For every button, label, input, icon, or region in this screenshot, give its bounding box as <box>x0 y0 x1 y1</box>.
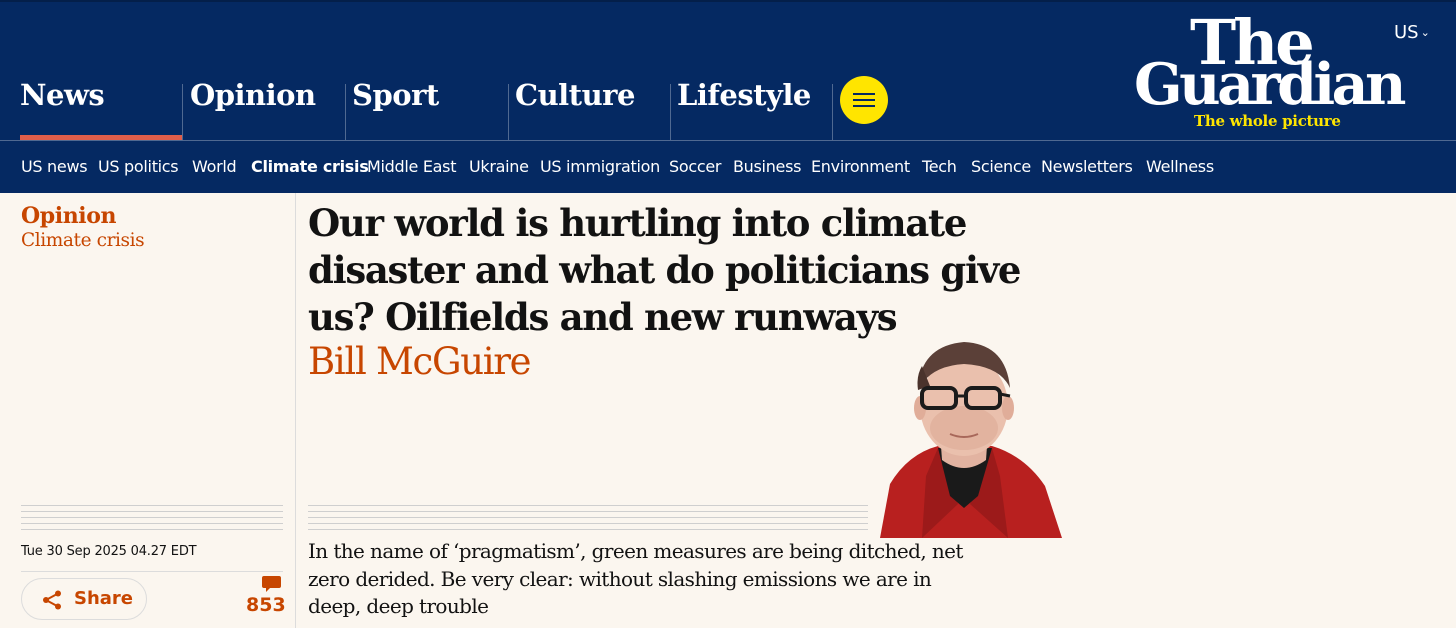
series-label[interactable]: Climate crisis <box>21 230 145 251</box>
pillar-lifestyle-label: Lifestyle <box>677 78 811 112</box>
subnav-item-wellness[interactable]: Wellness <box>1146 157 1214 176</box>
subnav-item-science[interactable]: Science <box>971 157 1031 176</box>
section-label[interactable]: Opinion <box>21 203 117 229</box>
pillar-culture-label: Culture <box>515 78 635 112</box>
subnav-item-business[interactable]: Business <box>733 157 801 176</box>
subnav-item-us-politics[interactable]: US politics <box>98 157 179 176</box>
pillar-culture[interactable]: Culture <box>515 0 670 140</box>
subnav-item-ukraine[interactable]: Ukraine <box>469 157 529 176</box>
pillar-opinion[interactable]: Opinion <box>190 0 345 140</box>
subnav-item-world[interactable]: World <box>192 157 237 176</box>
pillar-divider <box>345 84 346 140</box>
article-standfirst: In the name of ‘pragmatism’, green measu… <box>308 539 963 618</box>
meta-divider <box>21 571 283 572</box>
pillar-news[interactable]: News <box>20 0 182 140</box>
chevron-down-icon: ⌄ <box>1420 26 1430 39</box>
pillar-lifestyle[interactable]: Lifestyle <box>677 0 832 140</box>
site-header: News Opinion Sport Culture Lifestyle US ⌄ <box>0 0 1456 193</box>
share-label: Share <box>74 588 134 609</box>
pillar-divider <box>182 84 183 140</box>
publish-date: Tue 30 Sep 2025 04.27 EDT <box>21 544 197 559</box>
article-headline: Our world is hurtling into climate disas… <box>308 201 1021 339</box>
share-icon <box>43 590 61 610</box>
subnav-item-environment[interactable]: Environment <box>811 157 910 176</box>
share-button[interactable]: Share <box>21 578 147 620</box>
subnav-item-middle-east[interactable]: Middle East <box>367 157 456 176</box>
author-portrait <box>880 342 1062 538</box>
logo-tagline: The whole picture <box>1194 112 1341 130</box>
pillar-divider <box>670 84 671 140</box>
pillar-opinion-label: Opinion <box>190 78 316 112</box>
menu-button[interactable] <box>840 76 888 124</box>
subnav-item-tech[interactable]: Tech <box>922 157 957 176</box>
decorative-rule-lines <box>308 505 868 537</box>
edition-label: US <box>1394 22 1419 43</box>
subnav-item-us-immigration[interactable]: US immigration <box>540 157 660 176</box>
subnav-item-newsletters[interactable]: Newsletters <box>1041 157 1133 176</box>
pillar-news-label: News <box>20 78 105 112</box>
pillar-sport[interactable]: Sport <box>352 0 508 140</box>
pillar-divider <box>508 84 509 140</box>
decorative-rule-lines <box>21 505 283 537</box>
comment-icon <box>262 576 281 592</box>
author-byline[interactable]: Bill McGuire <box>308 340 532 383</box>
subnav: US news US politics World Climate crisis… <box>0 141 1456 193</box>
comment-count: 853 <box>246 594 286 616</box>
pillar-divider <box>832 84 833 140</box>
column-divider <box>295 193 296 628</box>
subnav-item-us-news[interactable]: US news <box>21 157 88 176</box>
logo-guardian: Guardian <box>1134 51 1406 118</box>
edition-switcher[interactable]: US ⌄ <box>1394 22 1430 43</box>
pillar-sport-label: Sport <box>352 78 439 112</box>
subnav-item-climate-crisis[interactable]: Climate crisis <box>251 157 369 176</box>
subnav-item-soccer[interactable]: Soccer <box>669 157 721 176</box>
